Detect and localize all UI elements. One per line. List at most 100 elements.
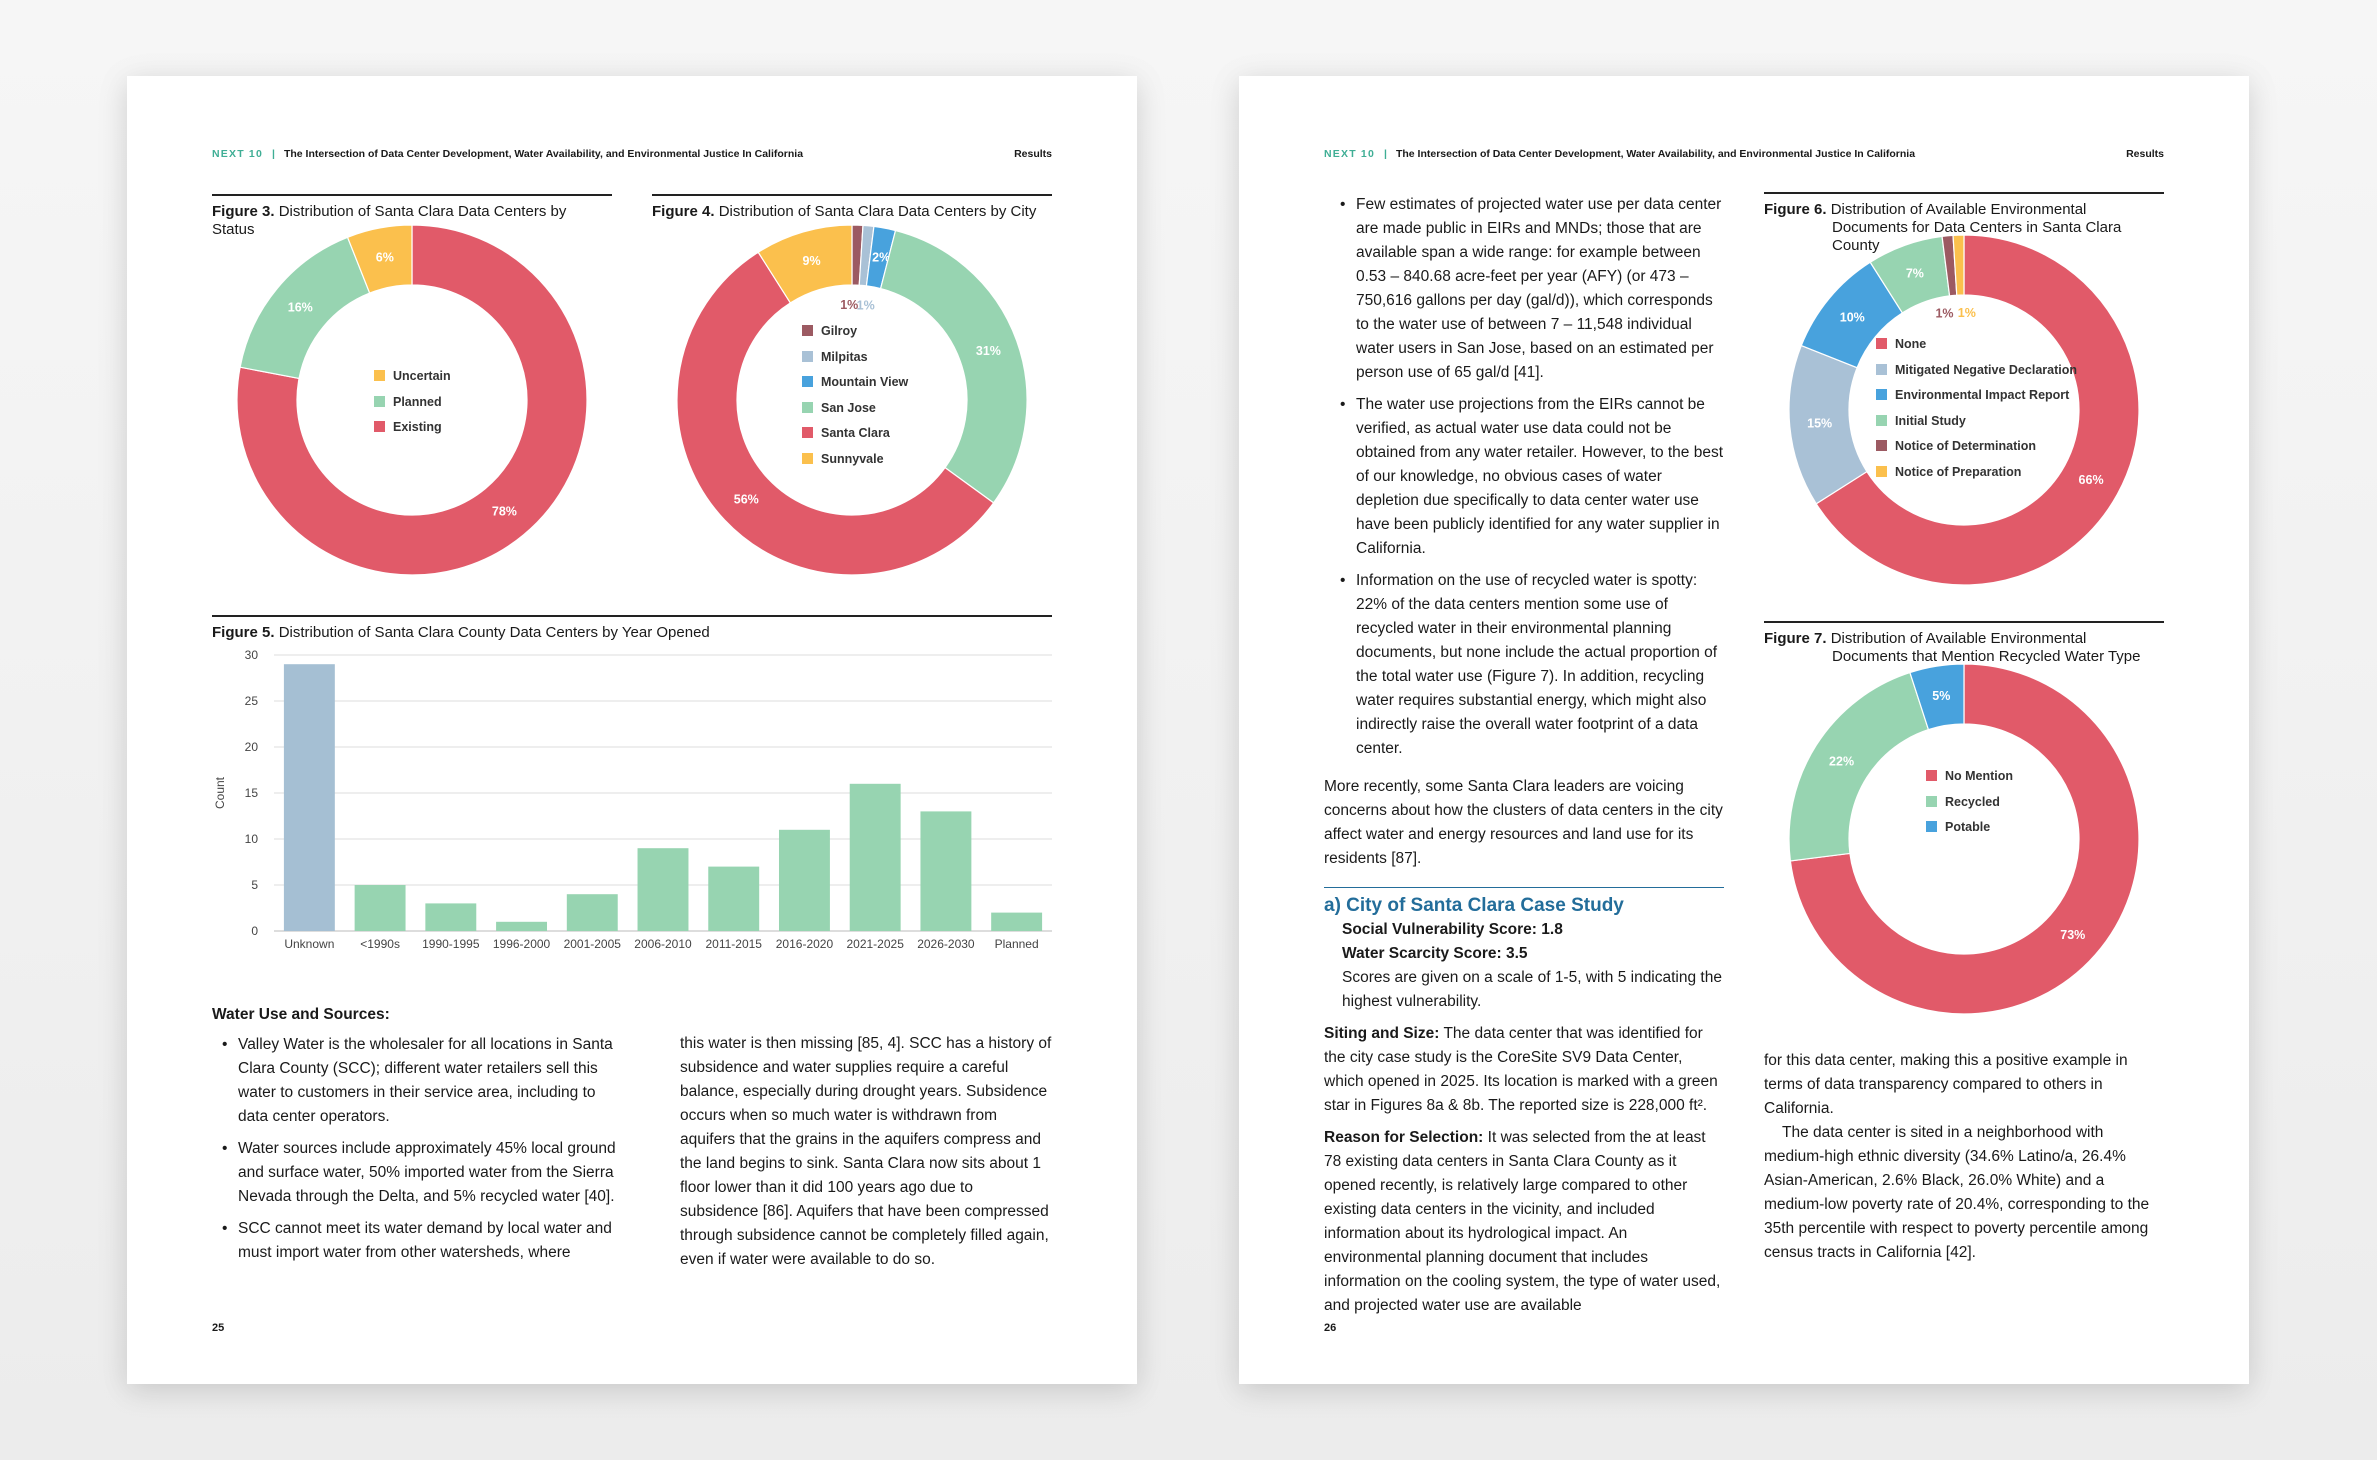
legend-swatch — [1876, 465, 1887, 477]
legend-item: Existing — [374, 415, 451, 441]
legend-swatch — [802, 452, 813, 464]
legend-swatch — [802, 376, 813, 387]
legend-label: Recycled — [1945, 794, 2000, 809]
legend-swatch — [374, 395, 385, 407]
x-tick-label: 2006-2010 — [634, 937, 692, 951]
figure-caption: Distribution of Santa Clara Data Centers… — [718, 203, 1037, 220]
running-header: NEXT 10 | The Intersection of Data Center … — [212, 148, 1052, 160]
legend-item: Uncertain — [374, 364, 451, 390]
legend-swatch — [1876, 389, 1887, 400]
figure-7: Figure 7. Distribution of Available Envi… — [1764, 621, 2164, 1015]
slice-recycled — [1788, 671, 1930, 862]
legend-label: Notice of Determination — [1895, 439, 2036, 453]
reason-paragraph: Reason for Selection: It was selected fr… — [1324, 1126, 1724, 1318]
slice-label: 31% — [976, 344, 1001, 358]
legend-item: None — [1876, 332, 2077, 358]
legend-swatch — [1926, 821, 1937, 832]
findings-bullets: • Few estimates of projected water use pe… — [1324, 193, 1724, 761]
legend-swatch — [802, 325, 813, 336]
page-26: NEXT 10 | The Intersection of Data Center … — [1239, 76, 2249, 1384]
legend-item: Mountain View — [802, 370, 908, 396]
water-scarcity-score: Water Scarcity Score: 3.5 — [1342, 945, 1528, 962]
legend-swatch — [802, 401, 813, 413]
legend-swatch — [374, 370, 385, 381]
page-number: 25 — [212, 1322, 225, 1334]
recycled-water-donut-chart: 73% 22% 5% — [1788, 663, 2140, 1015]
y-tick-label: 15 — [245, 786, 259, 800]
x-tick-label: 2021-2025 — [846, 937, 904, 951]
figure-rule — [212, 194, 612, 196]
reason-text: It was selected from the at least 78 exi… — [1324, 1129, 1721, 1314]
legend-item: Potable — [1926, 815, 2013, 841]
slice-label: 16% — [288, 301, 313, 315]
legend-item: Notice of Preparation — [1876, 460, 2077, 486]
data-transparency-paragraph: for this data center, making this a posi… — [1764, 1052, 2128, 1117]
legend-swatch — [802, 427, 813, 438]
bullet-text: Information on the use of recycled water… — [1356, 572, 1718, 757]
slice-label: 22% — [1829, 754, 1854, 768]
x-tick-label: Unknown — [284, 937, 334, 951]
bar-unknown — [283, 664, 335, 931]
slice-label: 15% — [1807, 417, 1832, 431]
figure-4: Figure 4. Distribution of Santa Clara Da… — [652, 194, 1052, 576]
header-separator: | — [272, 148, 275, 160]
figure-title: Figure 5. Distribution of Santa Clara Co… — [212, 624, 1052, 642]
bar-1996-2000 — [496, 921, 548, 931]
legend-item: Santa Clara — [802, 421, 908, 447]
figure-rule — [1764, 192, 2164, 194]
bar-2011-2015 — [708, 866, 760, 931]
y-tick-label: 0 — [251, 924, 258, 938]
figure-rule — [212, 615, 1052, 617]
scale-note: Scores are given on a scale of 1-5, with… — [1342, 969, 1722, 1010]
slice-label: 10% — [1840, 311, 1865, 325]
legend-label: None — [1895, 337, 1927, 351]
slice-label: 56% — [734, 492, 759, 506]
y-tick-label: 25 — [245, 694, 259, 708]
slice-label: 66% — [2079, 473, 2104, 487]
page-25: NEXT 10 | The Intersection of Data Center … — [127, 76, 1137, 1384]
y-axis-label: Count — [213, 776, 227, 809]
x-tick-label: 2001-2005 — [564, 937, 622, 951]
legend-item: Recycled — [1926, 790, 2013, 816]
bullet-item: • Valley Water is the wholesaler for all … — [222, 1036, 613, 1125]
figure-caption: Distribution of Available Environmental … — [1830, 630, 2141, 665]
bullet-item: • Few estimates of projected water use pe… — [1340, 196, 1722, 381]
x-tick-label: <1990s — [360, 937, 400, 951]
y-tick-label: 5 — [251, 878, 258, 892]
figure-5: Figure 5. Distribution of Santa Clara Co… — [212, 615, 1052, 951]
bar-2016-2020 — [778, 829, 830, 931]
legend-swatch — [1926, 770, 1937, 781]
x-tick-label: 2011-2015 — [705, 937, 762, 951]
legend-label: Mitigated Negative Declaration — [1895, 362, 2077, 377]
legend-label: Notice of Preparation — [1895, 464, 2022, 479]
bar-2006-2010 — [637, 848, 689, 931]
legend-label: Uncertain — [393, 369, 451, 383]
bullet-item: • Information on the use of recycled wate… — [1340, 572, 1718, 757]
figure-label: Figure 5. — [212, 624, 275, 641]
legend-label: Environmental Impact Report — [1895, 388, 2070, 402]
legend-item: Mitigated Negative Declaration — [1876, 358, 2077, 384]
case-study-heading: a) City of Santa Clara Case Study — [1324, 895, 1624, 916]
legend-item: Planned — [374, 390, 451, 416]
x-tick-label: 2026-2030 — [917, 937, 975, 951]
figure-title: Figure 7. Distribution of Available Envi… — [1764, 630, 2164, 666]
slice-label: 9% — [803, 254, 821, 268]
legend-swatch — [1876, 440, 1887, 451]
figure-label: Figure 6. — [1764, 201, 1827, 218]
bar-1990-1995 — [425, 903, 477, 931]
figure-6: Figure 6. Distribution of Available Envi… — [1764, 192, 2164, 586]
legend-item: Milpitas — [802, 345, 908, 371]
legend-item: Notice of Determination — [1876, 434, 2077, 460]
slice-label: 1% — [840, 298, 858, 312]
bullet-item: • Water sources include approximately 45%… — [222, 1140, 616, 1205]
bar-2021-2025 — [849, 783, 901, 931]
legend-swatch — [1876, 363, 1887, 375]
slice-label: 73% — [2060, 928, 2085, 942]
neighborhood-paragraph: The data center is sited in a neighborho… — [1764, 1124, 2150, 1261]
legend-item: Sunnyvale — [802, 447, 908, 473]
city-legend: Gilroy Milpitas Mountain View San Jose Santa… — [802, 319, 908, 472]
case-study-block: a) City of Santa Clara Case Study Social… — [1324, 887, 1724, 1318]
scores-block: Social Vulnerability Score: 1.8 Water Sc… — [1324, 918, 1724, 1014]
slice-label: 5% — [1932, 689, 1950, 703]
section-label: Results — [2126, 148, 2164, 160]
